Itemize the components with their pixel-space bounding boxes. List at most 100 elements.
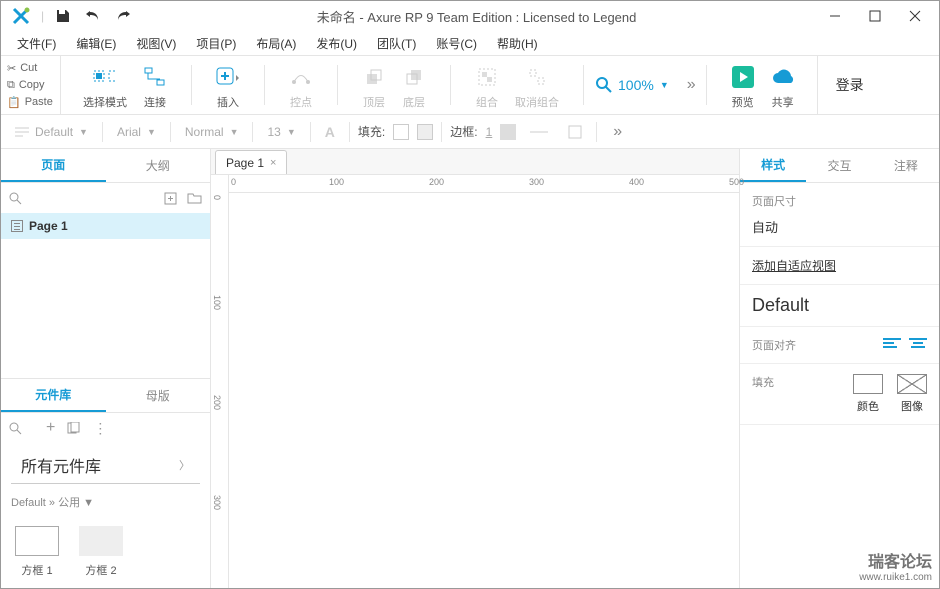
library-panel: 元件库 母版 + ⋮ 所有元件库 〉 Default » 公用 ▼ 方框 1 方… bbox=[1, 378, 210, 588]
menu-team[interactable]: 团队(T) bbox=[369, 33, 424, 54]
add-library-button[interactable]: + bbox=[46, 419, 55, 437]
ungroup-button[interactable]: 取消组合 bbox=[507, 61, 567, 114]
copy-button[interactable]: ⧉Copy bbox=[5, 77, 56, 94]
select-icon bbox=[93, 65, 117, 89]
menu-arrange[interactable]: 布局(A) bbox=[248, 33, 304, 54]
tab-outline[interactable]: 大纲 bbox=[106, 149, 211, 182]
fill-color-button[interactable] bbox=[393, 124, 409, 140]
points-icon bbox=[289, 65, 313, 89]
fill-image-button[interactable] bbox=[417, 124, 433, 140]
minimize-button[interactable] bbox=[815, 2, 855, 30]
add-page-button[interactable] bbox=[164, 192, 177, 205]
tab-interactions[interactable]: 交互 bbox=[806, 149, 872, 182]
add-adaptive-link[interactable]: 添加自适应视图 bbox=[752, 259, 836, 273]
tab-style[interactable]: 样式 bbox=[740, 149, 806, 182]
box-icon bbox=[79, 526, 123, 556]
page-icon bbox=[11, 220, 23, 232]
style-name[interactable]: Default bbox=[752, 295, 927, 316]
add-folder-button[interactable] bbox=[187, 192, 202, 204]
save-button[interactable] bbox=[54, 7, 72, 25]
menu-view[interactable]: 视图(V) bbox=[128, 33, 184, 54]
login-button[interactable]: 登录 bbox=[817, 56, 882, 114]
left-panel: 页面 大纲 Page 1 元件库 母版 + ⋮ bbox=[1, 149, 211, 588]
align-left-button[interactable] bbox=[883, 338, 901, 352]
back-icon bbox=[402, 65, 426, 89]
maximize-button[interactable] bbox=[855, 2, 895, 30]
text-color-button[interactable]: A bbox=[319, 124, 341, 140]
undo-button[interactable] bbox=[84, 7, 102, 25]
canvas[interactable] bbox=[229, 193, 739, 588]
weight-selector[interactable]: Normal▼ bbox=[179, 125, 245, 139]
separator bbox=[337, 65, 338, 105]
search-icon bbox=[596, 77, 612, 93]
toolbar-overflow[interactable]: » bbox=[679, 76, 704, 94]
paste-button[interactable]: 📋Paste bbox=[5, 94, 56, 111]
page-tree-item[interactable]: Page 1 bbox=[1, 213, 210, 239]
main-toolbar: ✂Cut ⧉Copy 📋Paste 选择模式 连接 插入 控点 顶层 底层 组合… bbox=[1, 55, 939, 115]
close-tab-icon[interactable]: × bbox=[270, 157, 276, 169]
group-button[interactable]: 组合 bbox=[467, 61, 507, 114]
style-toolbar: Default▼ Arial▼ Normal▼ 13▼ A 填充: 边框: 1 … bbox=[1, 115, 939, 149]
widget-box2[interactable]: 方框 2 bbox=[79, 526, 123, 578]
align-center-button[interactable] bbox=[909, 338, 927, 352]
style-name-section: Default bbox=[740, 285, 939, 327]
library-menu-button[interactable] bbox=[67, 422, 81, 434]
border-color-button[interactable] bbox=[500, 124, 516, 140]
connect-button[interactable]: 连接 bbox=[135, 61, 175, 114]
share-button[interactable]: 共享 bbox=[763, 61, 803, 114]
border-style-button[interactable] bbox=[524, 128, 554, 136]
fill-image-option[interactable]: 图像 bbox=[897, 374, 927, 414]
select-mode-button[interactable]: 选择模式 bbox=[75, 61, 135, 114]
play-icon bbox=[731, 65, 755, 89]
fill-color-option[interactable]: 颜色 bbox=[853, 374, 883, 414]
redo-button[interactable] bbox=[114, 7, 132, 25]
more-icon[interactable]: ⋮ bbox=[93, 420, 107, 437]
insert-button[interactable]: 插入 bbox=[208, 61, 248, 114]
style-selector[interactable]: Default▼ bbox=[9, 125, 94, 139]
library-selector[interactable]: 所有元件库 〉 bbox=[11, 447, 200, 484]
menu-edit[interactable]: 编辑(E) bbox=[68, 33, 124, 54]
close-button[interactable] bbox=[895, 2, 935, 30]
fill-label: 填充: bbox=[358, 123, 385, 140]
cut-button[interactable]: ✂Cut bbox=[5, 60, 56, 77]
widget-box1[interactable]: 方框 1 bbox=[15, 526, 59, 578]
pages-tabs: 页面 大纲 bbox=[1, 149, 210, 183]
front-icon bbox=[362, 65, 386, 89]
border-width[interactable]: 1 bbox=[486, 125, 493, 139]
copy-icon: ⧉ bbox=[7, 79, 15, 92]
preview-button[interactable]: 预览 bbox=[723, 61, 763, 114]
zoom-control[interactable]: 100% ▼ bbox=[586, 77, 679, 93]
canvas-tab[interactable]: Page 1× bbox=[215, 150, 287, 174]
tab-library[interactable]: 元件库 bbox=[1, 379, 106, 412]
border-sides-button[interactable] bbox=[562, 125, 588, 139]
ruler-vertical[interactable]: 0 100 200 300 bbox=[211, 175, 229, 588]
dimension-value[interactable]: 自动 bbox=[752, 217, 927, 236]
bring-front-button[interactable]: 顶层 bbox=[354, 61, 394, 114]
ruler-horizontal[interactable]: 0 100 200 300 400 500 bbox=[229, 175, 739, 193]
font-selector[interactable]: Arial▼ bbox=[111, 125, 162, 139]
chevron-down-icon: ▼ bbox=[147, 127, 156, 137]
stylebar-overflow[interactable]: » bbox=[605, 123, 630, 141]
plus-icon bbox=[216, 65, 240, 89]
tab-masters[interactable]: 母版 bbox=[106, 379, 211, 412]
box-icon bbox=[15, 526, 59, 556]
tab-pages[interactable]: 页面 bbox=[1, 149, 106, 182]
clipboard-icon: 📋 bbox=[7, 96, 21, 109]
inspector-tabs: 样式 交互 注释 bbox=[740, 149, 939, 183]
menu-help[interactable]: 帮助(H) bbox=[489, 33, 546, 54]
send-back-button[interactable]: 底层 bbox=[394, 61, 434, 114]
size-selector[interactable]: 13▼ bbox=[261, 125, 301, 139]
search-icon[interactable] bbox=[9, 192, 22, 205]
library-breadcrumb[interactable]: Default » 公用 ▼ bbox=[1, 488, 210, 516]
menu-project[interactable]: 项目(P) bbox=[188, 33, 244, 54]
separator bbox=[706, 65, 707, 105]
search-icon[interactable] bbox=[9, 422, 22, 435]
menu-publish[interactable]: 发布(U) bbox=[308, 33, 365, 54]
menu-file[interactable]: 文件(F) bbox=[9, 33, 64, 54]
ungroup-icon bbox=[525, 65, 549, 89]
separator bbox=[450, 65, 451, 105]
tab-notes[interactable]: 注释 bbox=[873, 149, 939, 182]
menu-account[interactable]: 账号(C) bbox=[428, 33, 485, 54]
chevron-down-icon: ▼ bbox=[230, 127, 239, 137]
points-button[interactable]: 控点 bbox=[281, 61, 321, 114]
